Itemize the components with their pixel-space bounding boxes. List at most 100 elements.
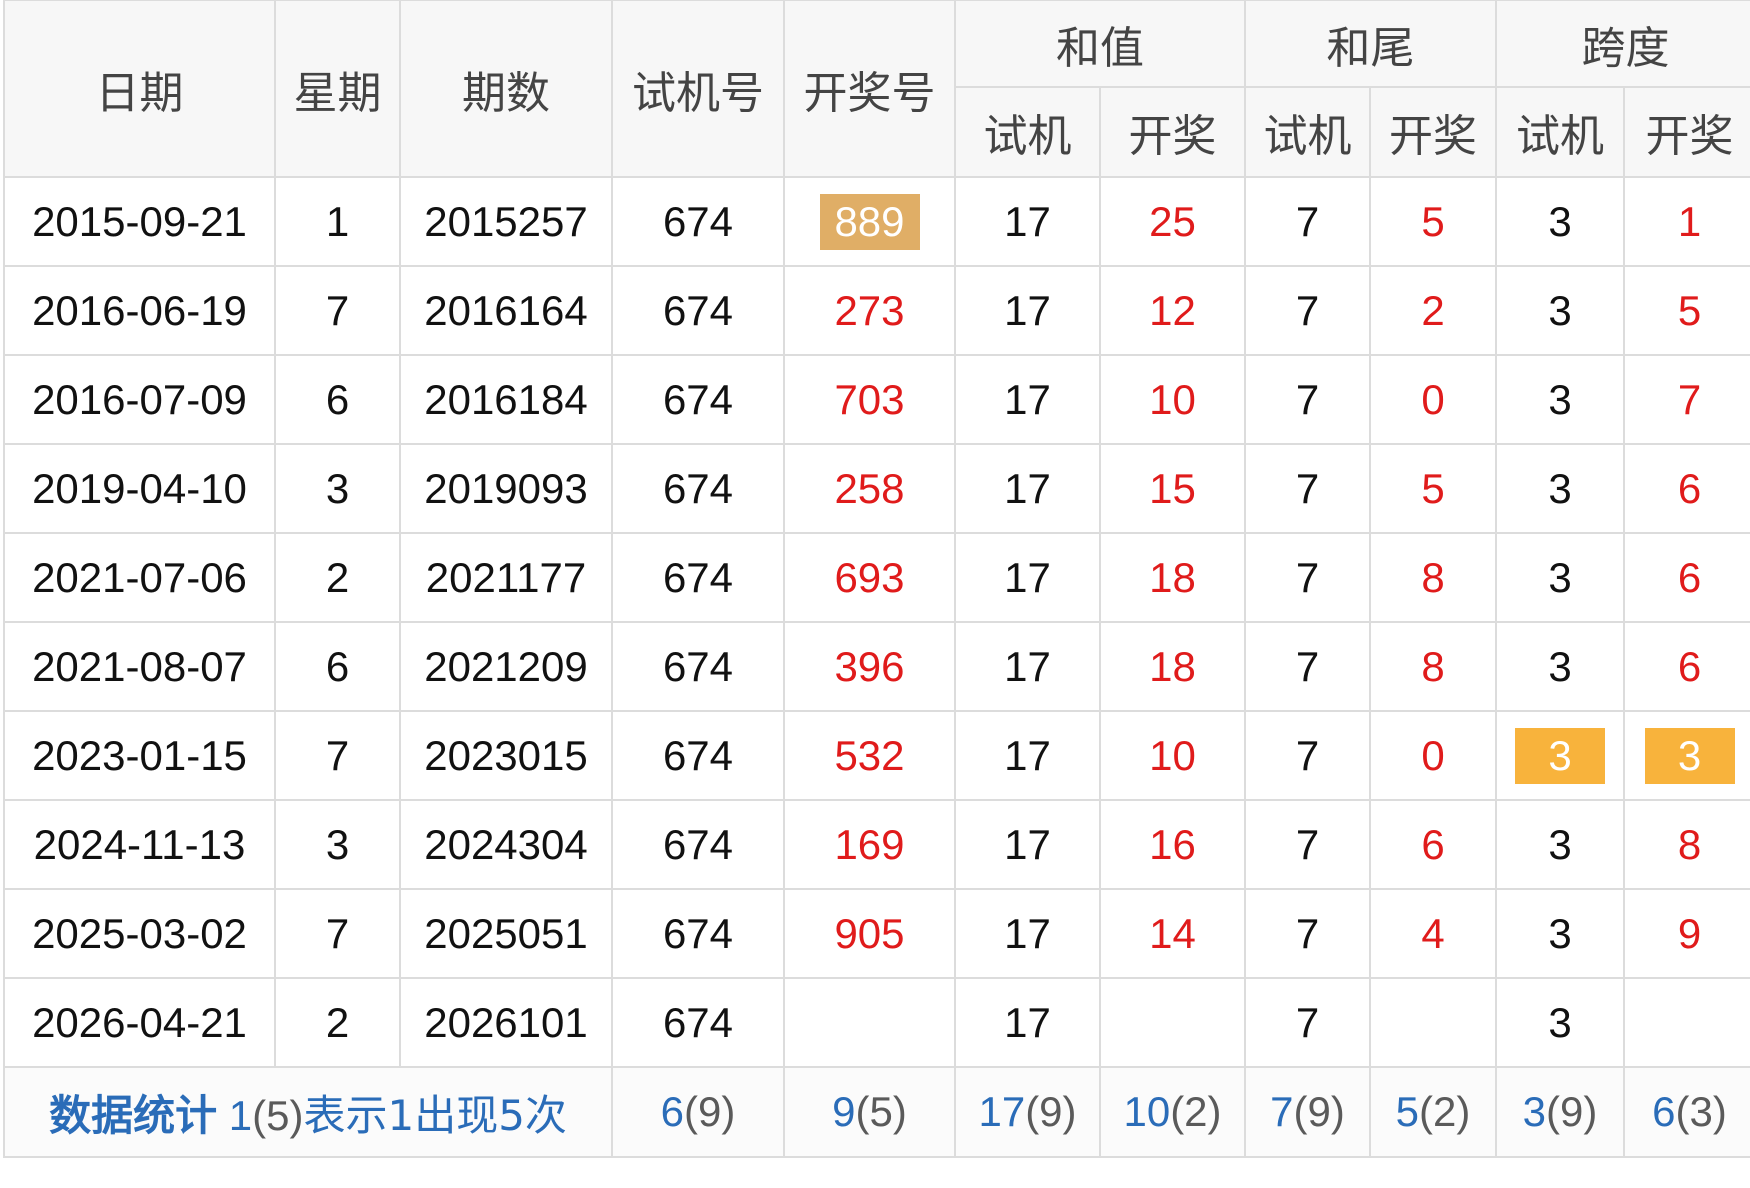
cell-span-draw: 7 bbox=[1623, 354, 1750, 445]
stats-note-count: (5) bbox=[252, 1091, 304, 1139]
cell-draw bbox=[783, 977, 956, 1068]
table-body: 2015-09-21 1 2015257 674 889 17 25 7 5 3… bbox=[3, 176, 1750, 1068]
cell-sum-trial: 17 bbox=[954, 265, 1101, 356]
cell-sum-draw bbox=[1099, 977, 1246, 1068]
table-row: 2026-04-21 2 2026101 674 17 7 3 bbox=[3, 977, 1750, 1068]
cell-span-trial: 3 bbox=[1495, 888, 1625, 979]
cell-weekday: 6 bbox=[274, 354, 401, 445]
stat-span-trial: 3(9) bbox=[1495, 1066, 1625, 1158]
cell-draw: 258 bbox=[783, 443, 956, 534]
cell-tail-trial: 7 bbox=[1244, 532, 1371, 623]
draw-highlight-badge: 889 bbox=[819, 193, 920, 250]
cell-date: 2021-08-07 bbox=[3, 621, 276, 712]
group-header-sum: 和值 bbox=[954, 0, 1246, 88]
cell-tail-trial: 7 bbox=[1244, 443, 1371, 534]
span-highlight-badge: 3 bbox=[1644, 727, 1735, 784]
cell-sum-draw: 10 bbox=[1099, 354, 1246, 445]
cell-draw: 273 bbox=[783, 265, 956, 356]
cell-date: 2016-07-09 bbox=[3, 354, 276, 445]
cell-sum-trial: 17 bbox=[954, 354, 1101, 445]
cell-sum-draw: 18 bbox=[1099, 621, 1246, 712]
cell-date: 2021-07-06 bbox=[3, 532, 276, 623]
stat-sum-trial: 17(9) bbox=[954, 1066, 1101, 1158]
table-row: 2015-09-21 1 2015257 674 889 17 25 7 5 3… bbox=[3, 176, 1750, 267]
stats-row: 数据统计 1(5)表示1出现5次 6(9) 9(5) 17(9) 10(2) 7… bbox=[3, 1066, 1750, 1158]
cell-tail-draw: 0 bbox=[1369, 710, 1497, 801]
table-row: 2019-04-10 3 2019093 674 258 17 15 7 5 3… bbox=[3, 443, 1750, 534]
cell-trial: 674 bbox=[611, 265, 785, 356]
stat-value: 10 bbox=[1123, 1088, 1171, 1135]
cell-tail-trial: 7 bbox=[1244, 977, 1371, 1068]
cell-tail-draw: 6 bbox=[1369, 799, 1497, 890]
cell-date: 2019-04-10 bbox=[3, 443, 276, 534]
cell-tail-trial: 7 bbox=[1244, 354, 1371, 445]
cell-span-draw: 6 bbox=[1623, 443, 1750, 534]
subheader-span-trial: 试机 bbox=[1495, 86, 1625, 178]
cell-period: 2026101 bbox=[399, 977, 613, 1068]
cell-period: 2024304 bbox=[399, 799, 613, 890]
cell-span-draw bbox=[1623, 977, 1750, 1068]
cell-tail-draw: 4 bbox=[1369, 888, 1497, 979]
cell-weekday: 3 bbox=[274, 799, 401, 890]
cell-sum-trial: 17 bbox=[954, 799, 1101, 890]
cell-sum-trial: 17 bbox=[954, 977, 1101, 1068]
stat-value: 17 bbox=[978, 1088, 1026, 1135]
cell-span-trial: 3 bbox=[1495, 621, 1625, 712]
cell-period: 2023015 bbox=[399, 710, 613, 801]
col-header-trial: 试机号 bbox=[611, 0, 785, 178]
stat-count: (2) bbox=[1170, 1088, 1222, 1135]
cell-period: 2016164 bbox=[399, 265, 613, 356]
cell-date: 2016-06-19 bbox=[3, 265, 276, 356]
cell-trial: 674 bbox=[611, 354, 785, 445]
stat-trial: 6(9) bbox=[611, 1066, 785, 1158]
stat-value: 6 bbox=[1652, 1088, 1676, 1135]
subheader-span-draw: 开奖 bbox=[1623, 86, 1750, 178]
stat-count: (9) bbox=[684, 1088, 736, 1135]
cell-weekday: 7 bbox=[274, 265, 401, 356]
cell-span-draw: 5 bbox=[1623, 265, 1750, 356]
cell-trial: 674 bbox=[611, 443, 785, 534]
stats-note-text: 表示1出现5次 bbox=[303, 1090, 567, 1140]
cell-draw: 169 bbox=[783, 799, 956, 890]
stats-footer: 数据统计 1(5)表示1出现5次 6(9) 9(5) 17(9) 10(2) 7… bbox=[3, 1066, 1750, 1158]
group-header-span: 跨度 bbox=[1495, 0, 1750, 88]
stat-span-draw: 6(3) bbox=[1623, 1066, 1750, 1158]
cell-trial: 674 bbox=[611, 176, 785, 267]
cell-span-trial: 3 bbox=[1495, 710, 1625, 801]
table-row: 2016-07-09 6 2016184 674 703 17 10 7 0 3… bbox=[3, 354, 1750, 445]
cell-sum-draw: 10 bbox=[1099, 710, 1246, 801]
stat-count: (9) bbox=[1025, 1088, 1077, 1135]
cell-weekday: 2 bbox=[274, 977, 401, 1068]
cell-span-trial: 3 bbox=[1495, 977, 1625, 1068]
span-highlight-badge: 3 bbox=[1515, 727, 1605, 784]
col-header-date: 日期 bbox=[3, 0, 276, 178]
table-row: 2025-03-02 7 2025051 674 905 17 14 7 4 3… bbox=[3, 888, 1750, 979]
table-row: 2021-08-07 6 2021209 674 396 17 18 7 8 3… bbox=[3, 621, 1750, 712]
col-header-draw: 开奖号 bbox=[783, 0, 956, 178]
table-row: 2016-06-19 7 2016164 674 273 17 12 7 2 3… bbox=[3, 265, 1750, 356]
cell-tail-trial: 7 bbox=[1244, 265, 1371, 356]
stats-note-value: 1 bbox=[228, 1091, 253, 1139]
stat-count: (9) bbox=[1293, 1088, 1345, 1135]
cell-draw: 532 bbox=[783, 710, 956, 801]
stat-count: (9) bbox=[1546, 1088, 1598, 1135]
stat-tail-trial: 7(9) bbox=[1244, 1066, 1371, 1158]
cell-tail-draw bbox=[1369, 977, 1497, 1068]
cell-trial: 674 bbox=[611, 799, 785, 890]
cell-weekday: 1 bbox=[274, 176, 401, 267]
cell-draw: 905 bbox=[783, 888, 956, 979]
cell-tail-trial: 7 bbox=[1244, 888, 1371, 979]
col-header-weekday: 星期 bbox=[274, 0, 401, 178]
cell-trial: 674 bbox=[611, 621, 785, 712]
cell-date: 2026-04-21 bbox=[3, 977, 276, 1068]
cell-sum-trial: 17 bbox=[954, 621, 1101, 712]
stat-sum-draw: 10(2) bbox=[1099, 1066, 1246, 1158]
cell-sum-draw: 12 bbox=[1099, 265, 1246, 356]
cell-tail-trial: 7 bbox=[1244, 621, 1371, 712]
stat-value: 3 bbox=[1522, 1088, 1546, 1135]
stats-label: 数据统计 bbox=[49, 1090, 218, 1140]
stat-count: (3) bbox=[1675, 1088, 1727, 1135]
cell-sum-trial: 17 bbox=[954, 176, 1101, 267]
col-header-period: 期数 bbox=[399, 0, 613, 178]
cell-period: 2019093 bbox=[399, 443, 613, 534]
